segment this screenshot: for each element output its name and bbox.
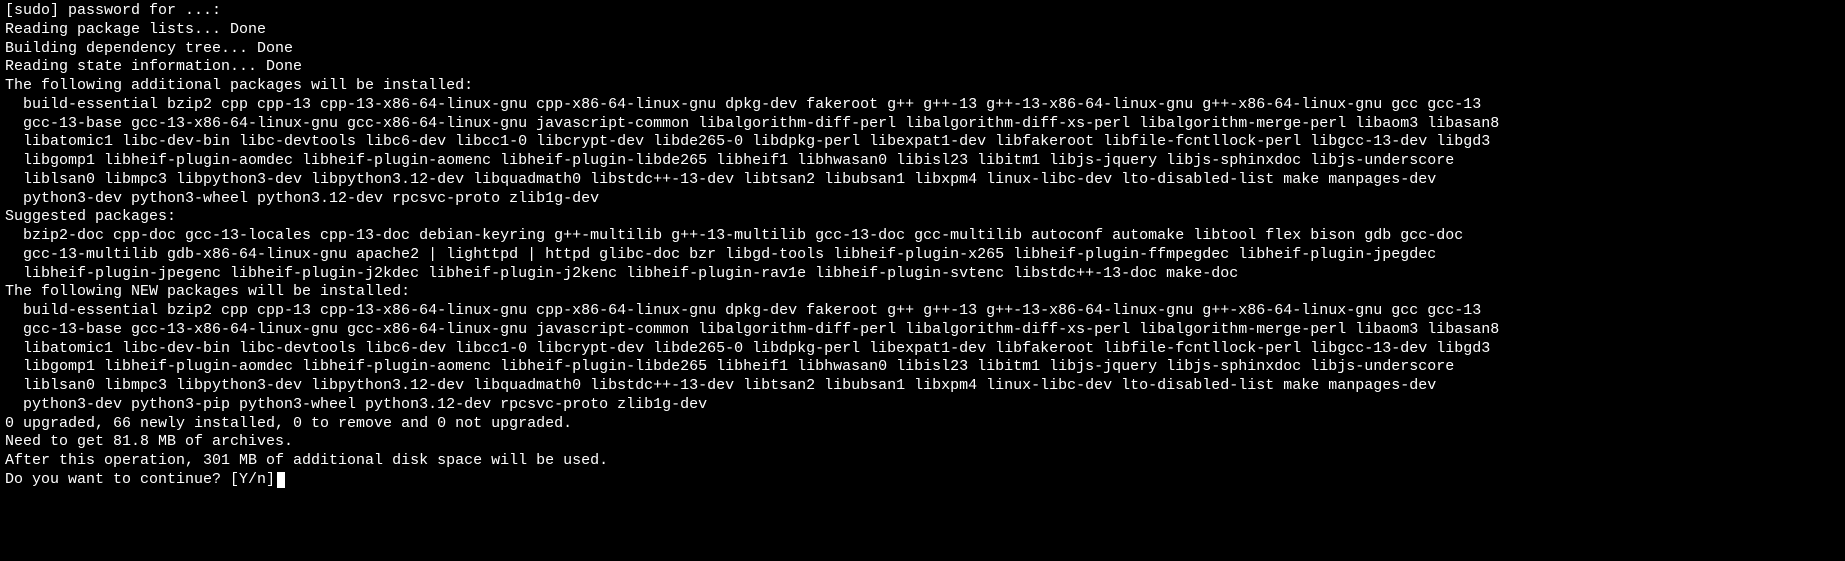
package-list-line: libgomp1 libheif-plugin-aomdec libheif-p… — [5, 152, 1840, 171]
package-list-line: gcc-13-multilib gdb-x86-64-linux-gnu apa… — [5, 246, 1840, 265]
package-list-line: liblsan0 libmpc3 libpython3-dev libpytho… — [5, 171, 1840, 190]
package-list-line: libgomp1 libheif-plugin-aomdec libheif-p… — [5, 358, 1840, 377]
package-list-line: liblsan0 libmpc3 libpython3-dev libpytho… — [5, 377, 1840, 396]
package-list-line: libatomic1 libc-dev-bin libc-devtools li… — [5, 133, 1840, 152]
prompt-text: Do you want to continue? [Y/n] — [5, 471, 275, 490]
package-list-line: python3-dev python3-wheel python3.12-dev… — [5, 190, 1840, 209]
package-list-line: build-essential bzip2 cpp cpp-13 cpp-13-… — [5, 302, 1840, 321]
terminal-output: [sudo] password for ...: Reading package… — [5, 2, 1840, 490]
output-line: Reading package lists... Done — [5, 21, 1840, 40]
summary-line: 0 upgraded, 66 newly installed, 0 to rem… — [5, 415, 1840, 434]
package-list-line: bzip2-doc cpp-doc gcc-13-locales cpp-13-… — [5, 227, 1840, 246]
summary-line: After this operation, 301 MB of addition… — [5, 452, 1840, 471]
output-line: Reading state information... Done — [5, 58, 1840, 77]
confirm-prompt[interactable]: Do you want to continue? [Y/n] — [5, 471, 1840, 490]
package-list-line: python3-dev python3-pip python3-wheel py… — [5, 396, 1840, 415]
summary-line: Need to get 81.8 MB of archives. — [5, 433, 1840, 452]
output-line: The following additional packages will b… — [5, 77, 1840, 96]
package-list-line: libatomic1 libc-dev-bin libc-devtools li… — [5, 340, 1840, 359]
output-line: The following NEW packages will be insta… — [5, 283, 1840, 302]
package-list-line: gcc-13-base gcc-13-x86-64-linux-gnu gcc-… — [5, 115, 1840, 134]
output-line: [sudo] password for ...: — [5, 2, 1840, 21]
package-list-line: build-essential bzip2 cpp cpp-13 cpp-13-… — [5, 96, 1840, 115]
output-line: Suggested packages: — [5, 208, 1840, 227]
package-list-line: gcc-13-base gcc-13-x86-64-linux-gnu gcc-… — [5, 321, 1840, 340]
output-line: Building dependency tree... Done — [5, 40, 1840, 59]
cursor-icon — [277, 472, 285, 488]
package-list-line: libheif-plugin-jpegenc libheif-plugin-j2… — [5, 265, 1840, 284]
